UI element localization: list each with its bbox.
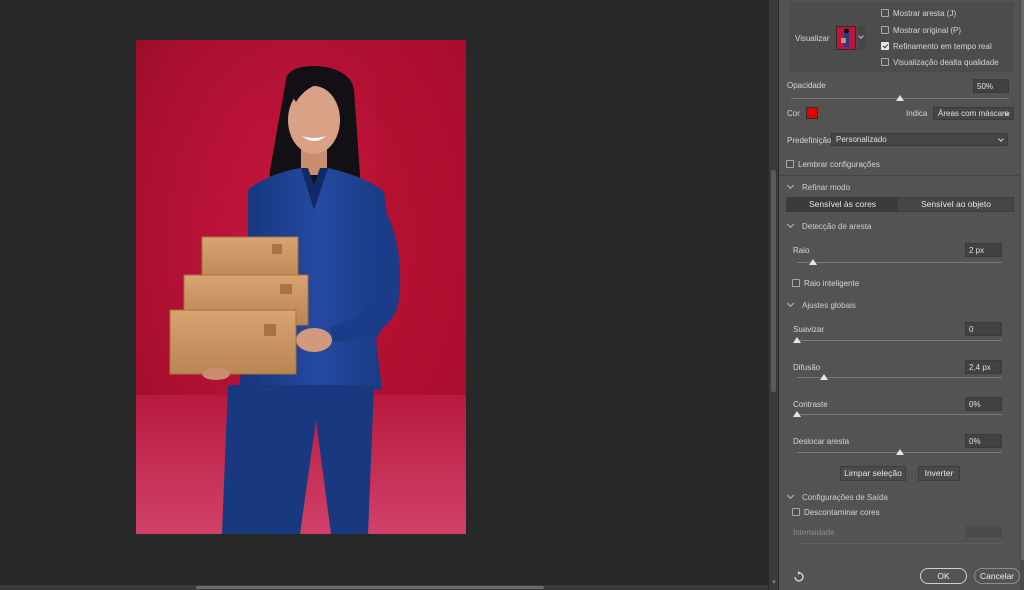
realtime-refinement-checkbox[interactable]	[881, 42, 889, 50]
high-quality-preview-checkbox[interactable]	[881, 58, 889, 66]
indicates-select[interactable]: Áreas com máscara	[933, 107, 1014, 120]
feather-label: Difusão	[793, 363, 821, 372]
amount-label: Intensidade	[793, 528, 835, 537]
smooth-label: Suavizar	[793, 325, 825, 334]
show-edge-label: Mostrar aresta (J)	[893, 9, 957, 18]
horizontal-scroll-thumb[interactable]	[196, 586, 544, 589]
radius-slider-thumb[interactable]	[809, 259, 818, 265]
scroll-down-icon[interactable]: ▾	[770, 579, 778, 587]
contrast-label: Contraste	[793, 400, 828, 409]
view-label: Visualizar	[795, 34, 830, 43]
indicates-label: Indica	[906, 109, 928, 118]
opacity-label: Opacidade	[787, 81, 826, 90]
smooth-field[interactable]: 0	[965, 322, 1002, 336]
indicates-select-value: Áreas com máscara	[938, 109, 1010, 118]
clear-selection-button[interactable]: Limpar seleção	[840, 466, 906, 481]
photo-illustration	[136, 40, 466, 534]
contrast-slider-thumb[interactable]	[793, 411, 801, 417]
divider	[779, 175, 1020, 176]
invert-button[interactable]: Inverter	[918, 466, 960, 481]
feather-field[interactable]: 2,4 px	[965, 360, 1002, 374]
vertical-scrollbar[interactable]: ▾	[768, 0, 778, 590]
color-swatch[interactable]	[806, 107, 818, 119]
chevron-down-icon	[998, 136, 1004, 142]
refine-mode-color-aware[interactable]: Sensível às cores	[787, 197, 898, 212]
show-original-label: Mostrar original (P)	[893, 26, 962, 35]
refine-mode-title: Refinar modo	[802, 183, 851, 192]
contrast-slider-track[interactable]	[797, 414, 1002, 415]
preview-photo	[136, 40, 466, 534]
smart-radius-label: Raio inteligente	[804, 279, 860, 288]
cancel-button[interactable]: Cancelar	[974, 568, 1020, 584]
chevron-down-icon	[858, 33, 864, 39]
horizontal-scrollbar[interactable]	[0, 585, 768, 590]
view-mode-dropdown[interactable]	[858, 26, 865, 50]
canvas-area[interactable]	[0, 0, 768, 590]
ok-button[interactable]: OK	[920, 568, 967, 584]
remember-settings-label: Lembrar configurações	[798, 160, 880, 169]
view-thumbnail-icon	[841, 28, 849, 47]
show-original-checkbox[interactable]	[881, 26, 889, 34]
remember-settings-checkbox[interactable]	[786, 160, 794, 168]
radius-label: Raio	[793, 246, 810, 255]
opacity-slider-thumb[interactable]	[896, 95, 904, 101]
preset-select[interactable]: Personalizado	[831, 133, 1008, 146]
high-quality-preview-label: Visualização dealta qualidade	[893, 58, 999, 67]
edge-detection-title: Detecção de aresta	[802, 222, 872, 231]
show-edge-checkbox[interactable]	[881, 9, 889, 17]
refine-mode-object-aware[interactable]: Sensível ao objeto	[899, 197, 1013, 212]
smart-radius-checkbox[interactable]	[792, 279, 800, 287]
global-adjustments-title: Ajustes globais	[802, 301, 856, 310]
opacity-field[interactable]: 50%	[973, 79, 1009, 93]
preset-label: Predefinição	[787, 136, 832, 145]
amount-slider-track	[797, 543, 1002, 544]
shift-edge-slider-thumb[interactable]	[895, 449, 904, 455]
smooth-slider-thumb[interactable]	[793, 337, 801, 343]
amount-field	[965, 526, 1002, 538]
view-mode-thumbnail[interactable]	[836, 26, 856, 50]
contrast-field[interactable]: 0%	[965, 397, 1002, 411]
shift-edge-label: Deslocar aresta	[793, 437, 850, 446]
smooth-slider-track[interactable]	[797, 340, 1002, 341]
radius-slider-track[interactable]	[797, 262, 1002, 263]
decontaminate-colors-label: Descontaminar cores	[804, 508, 880, 517]
color-label: Cor	[787, 109, 800, 118]
reset-icon[interactable]	[792, 571, 806, 583]
output-settings-title: Configurações de Saída	[802, 493, 888, 502]
vertical-scroll-thumb[interactable]	[771, 170, 776, 392]
feather-slider-track[interactable]	[797, 377, 1002, 378]
decontaminate-colors-checkbox[interactable]	[792, 508, 800, 516]
preset-select-value: Personalizado	[836, 135, 887, 144]
realtime-refinement-label: Refinamento em tempo real	[893, 42, 992, 51]
radius-field[interactable]: 2 px	[965, 243, 1002, 257]
reset-icon-graphic	[794, 571, 804, 582]
shift-edge-field[interactable]: 0%	[965, 434, 1002, 448]
feather-slider-thumb[interactable]	[819, 374, 828, 380]
